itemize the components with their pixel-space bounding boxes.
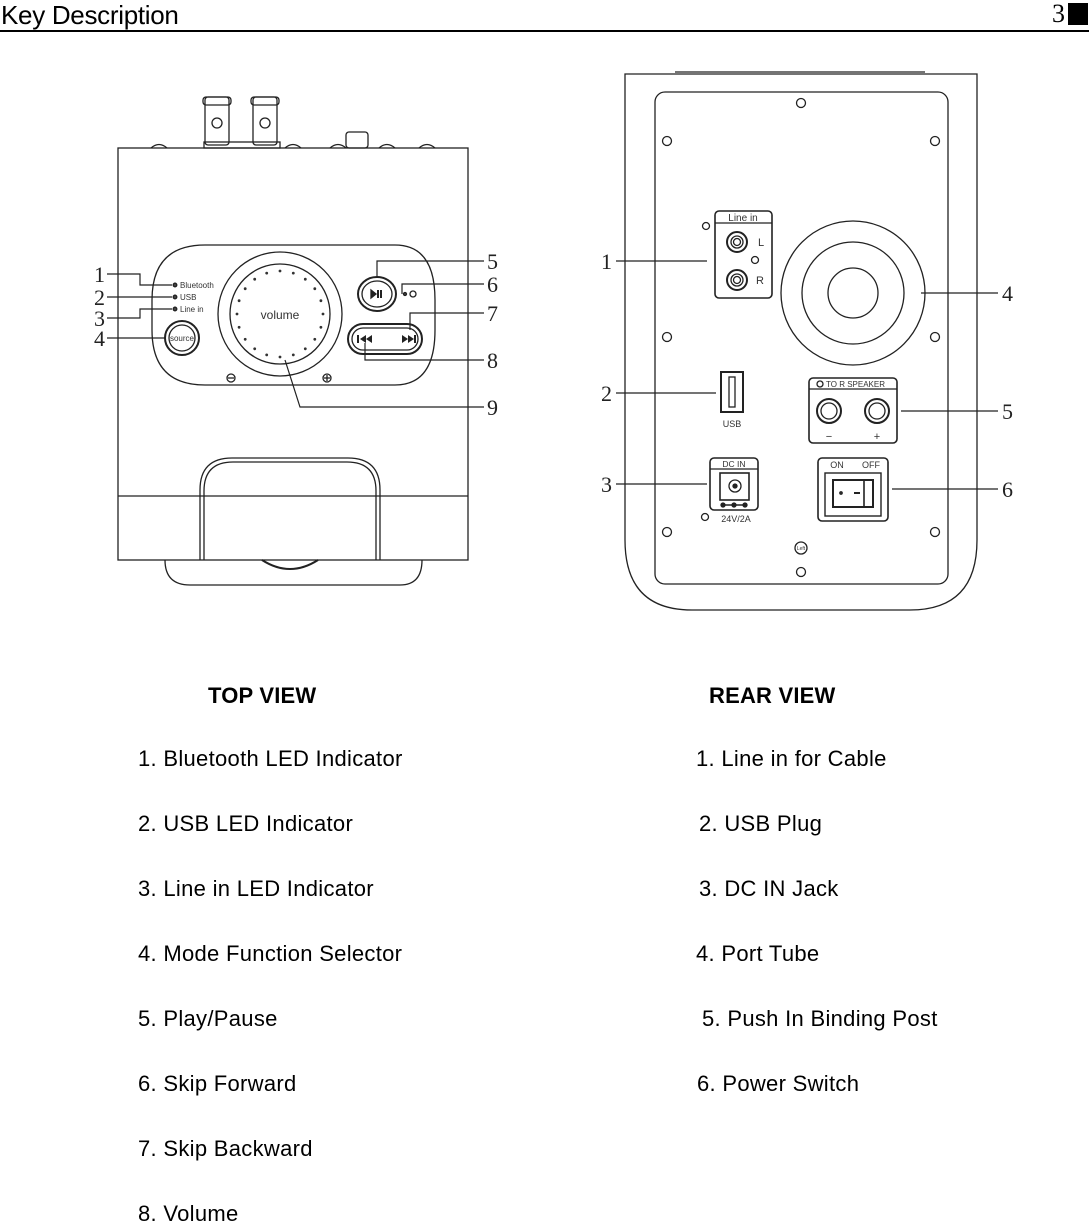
volume-dot bbox=[319, 325, 323, 329]
list-item: 2. USB Plug bbox=[699, 811, 823, 836]
list-item: 4. Port Tube bbox=[696, 941, 820, 966]
list-item: 4. Mode Function Selector bbox=[138, 941, 403, 966]
top-callout-8: 8 bbox=[487, 348, 498, 373]
left-badge-label: Left bbox=[797, 546, 806, 552]
list-item: 5. Play/Pause bbox=[138, 1006, 278, 1031]
top-view-title: TOP VIEW bbox=[208, 683, 317, 708]
volume-dot bbox=[265, 353, 269, 357]
rear-callout-4: 4 bbox=[1002, 281, 1013, 306]
speaker-out-icon bbox=[816, 380, 824, 388]
screw-holes bbox=[661, 97, 941, 578]
bluetooth-led bbox=[172, 282, 178, 288]
volume-dot bbox=[313, 287, 317, 291]
volume-dot bbox=[237, 299, 241, 303]
rear-panel bbox=[654, 91, 949, 585]
usb-led-label: USB bbox=[180, 293, 196, 302]
skip-forward-button[interactable] bbox=[402, 335, 416, 343]
list-item: 6. Power Switch bbox=[697, 1071, 860, 1096]
volume-dot bbox=[278, 355, 282, 359]
list-item: 3. DC IN Jack bbox=[699, 876, 839, 901]
rear-callout-1: 1 bbox=[601, 249, 612, 274]
list-item: 8. Volume bbox=[138, 1201, 239, 1226]
rear-view-title: REAR VIEW bbox=[709, 683, 836, 708]
volume-dot bbox=[319, 299, 323, 303]
skip-backward-icon bbox=[360, 335, 372, 343]
volume-knob-label: volume bbox=[261, 308, 300, 322]
volume-dot bbox=[235, 312, 239, 316]
top-view-diagram: Bluetooth USB Line in source volume 1 2 … bbox=[94, 96, 498, 586]
volume-dot bbox=[243, 287, 247, 291]
line-in-led bbox=[172, 306, 178, 312]
diagrams: Bluetooth USB Line in source volume 1 2 … bbox=[94, 71, 1013, 611]
left-channel-label: L bbox=[758, 237, 764, 249]
volume-dot bbox=[253, 347, 257, 351]
source-button-label: source bbox=[170, 334, 195, 343]
bluetooth-led-label: Bluetooth bbox=[180, 281, 214, 290]
volume-dot bbox=[265, 271, 269, 275]
rear-callout-5: 5 bbox=[1002, 399, 1013, 424]
plus-label: + bbox=[874, 431, 880, 443]
volume-dot bbox=[278, 269, 282, 273]
list-item: 2. USB LED Indicator bbox=[138, 811, 354, 836]
top-callout-9: 9 bbox=[487, 395, 498, 420]
volume-dot bbox=[313, 337, 317, 341]
on-label: ON bbox=[830, 460, 844, 470]
top-callout-6: 6 bbox=[487, 272, 498, 297]
top-callout-7: 7 bbox=[487, 301, 498, 326]
line-in-led-label: Line in bbox=[180, 305, 204, 314]
top-callout-5: 5 bbox=[487, 249, 498, 274]
volume-dot bbox=[321, 312, 325, 316]
usb-port[interactable]: USB bbox=[720, 371, 744, 429]
list-item: 1. Bluetooth LED Indicator bbox=[138, 746, 403, 771]
minus-label: − bbox=[826, 431, 832, 443]
usb-port-label: USB bbox=[723, 419, 742, 429]
bluetooth-status-led bbox=[402, 291, 408, 297]
dc-rating-label: 24V/2A bbox=[721, 514, 751, 524]
volume-knob[interactable]: volume bbox=[217, 251, 343, 377]
top-callout-1: 1 bbox=[94, 262, 105, 287]
power-switch[interactable]: ON OFF bbox=[817, 457, 889, 522]
rear-view-callout-lines bbox=[616, 260, 998, 490]
volume-dot bbox=[303, 277, 307, 281]
skip-backward-button[interactable] bbox=[357, 335, 372, 343]
right-channel-label: R bbox=[756, 275, 764, 287]
dc-in-label: DC IN bbox=[722, 459, 745, 469]
list-item: 7. Skip Backward bbox=[138, 1136, 313, 1161]
line-in-jacks[interactable]: Line in L R bbox=[714, 210, 773, 299]
volume-dot bbox=[237, 325, 241, 329]
volume-dot bbox=[253, 277, 257, 281]
list-item: 5. Push In Binding Post bbox=[702, 1006, 938, 1031]
list-item: 3. Line in LED Indicator bbox=[138, 876, 374, 901]
off-label: OFF bbox=[862, 460, 880, 470]
list-item: 6. Skip Forward bbox=[138, 1071, 297, 1096]
play-pause-button[interactable] bbox=[357, 276, 397, 312]
skip-forward-icon bbox=[402, 335, 414, 343]
play-icon bbox=[370, 288, 378, 300]
dc-in-jack[interactable]: DC IN 24V/2A bbox=[709, 457, 759, 524]
volume-dot bbox=[291, 271, 295, 275]
volume-down-icon bbox=[226, 373, 236, 383]
volume-up-icon bbox=[322, 373, 332, 383]
speaker-binding-posts[interactable]: TO R SPEAKER − + bbox=[808, 377, 898, 444]
top-terminals bbox=[150, 96, 436, 149]
list-item: 1. Line in for Cable bbox=[696, 746, 887, 771]
bluetooth-icon bbox=[409, 290, 417, 298]
speaker-label: TO R SPEAKER bbox=[826, 380, 885, 389]
port-tube bbox=[780, 220, 926, 366]
rear-callout-6: 6 bbox=[1002, 477, 1013, 502]
usb-led bbox=[172, 294, 178, 300]
volume-dot bbox=[243, 337, 247, 341]
volume-dot bbox=[291, 353, 295, 357]
source-button[interactable]: source bbox=[164, 320, 200, 356]
line-in-label: Line in bbox=[728, 213, 757, 224]
rear-callout-2: 2 bbox=[601, 381, 612, 406]
top-callout-4: 4 bbox=[94, 326, 105, 351]
rear-view-diagram: Line in L R USB TO R SPEAKER − + DC IN 2… bbox=[601, 71, 1013, 611]
volume-dot bbox=[303, 347, 307, 351]
rear-callout-3: 3 bbox=[601, 472, 612, 497]
